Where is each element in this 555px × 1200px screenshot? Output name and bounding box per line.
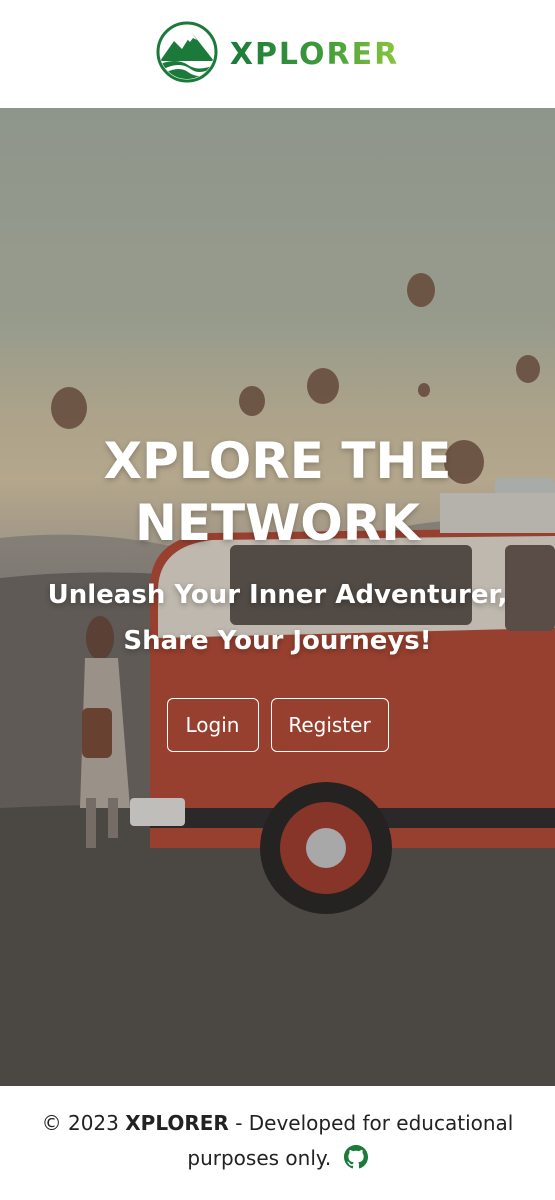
hero-section: XPLORE THE NETWORK Unleash Your Inner Ad… xyxy=(0,108,555,1086)
hero-title: XPLORE THE NETWORK xyxy=(103,432,452,552)
github-icon[interactable] xyxy=(343,1145,368,1180)
site-footer: © 2023 XPLORER - Developed for education… xyxy=(0,1086,555,1200)
site-header: XPLORER xyxy=(0,0,555,108)
hero-subtitle: Unleash Your Inner Adventurer, Share You… xyxy=(47,580,508,656)
login-button[interactable]: Login xyxy=(166,698,259,752)
hero-buttons: Login Register xyxy=(166,698,389,752)
brand-link[interactable]: XPLORER xyxy=(156,21,399,87)
brand-name: XPLORER xyxy=(229,36,400,72)
footer-copyright: © 2023 xyxy=(41,1111,119,1135)
footer-brand: XPLORER xyxy=(125,1111,229,1135)
hero-content: XPLORE THE NETWORK Unleash Your Inner Ad… xyxy=(0,430,555,752)
register-button[interactable]: Register xyxy=(270,698,389,752)
footer-text: © 2023 XPLORER - Developed for education… xyxy=(30,1106,525,1180)
mountain-logo-icon xyxy=(156,21,218,87)
